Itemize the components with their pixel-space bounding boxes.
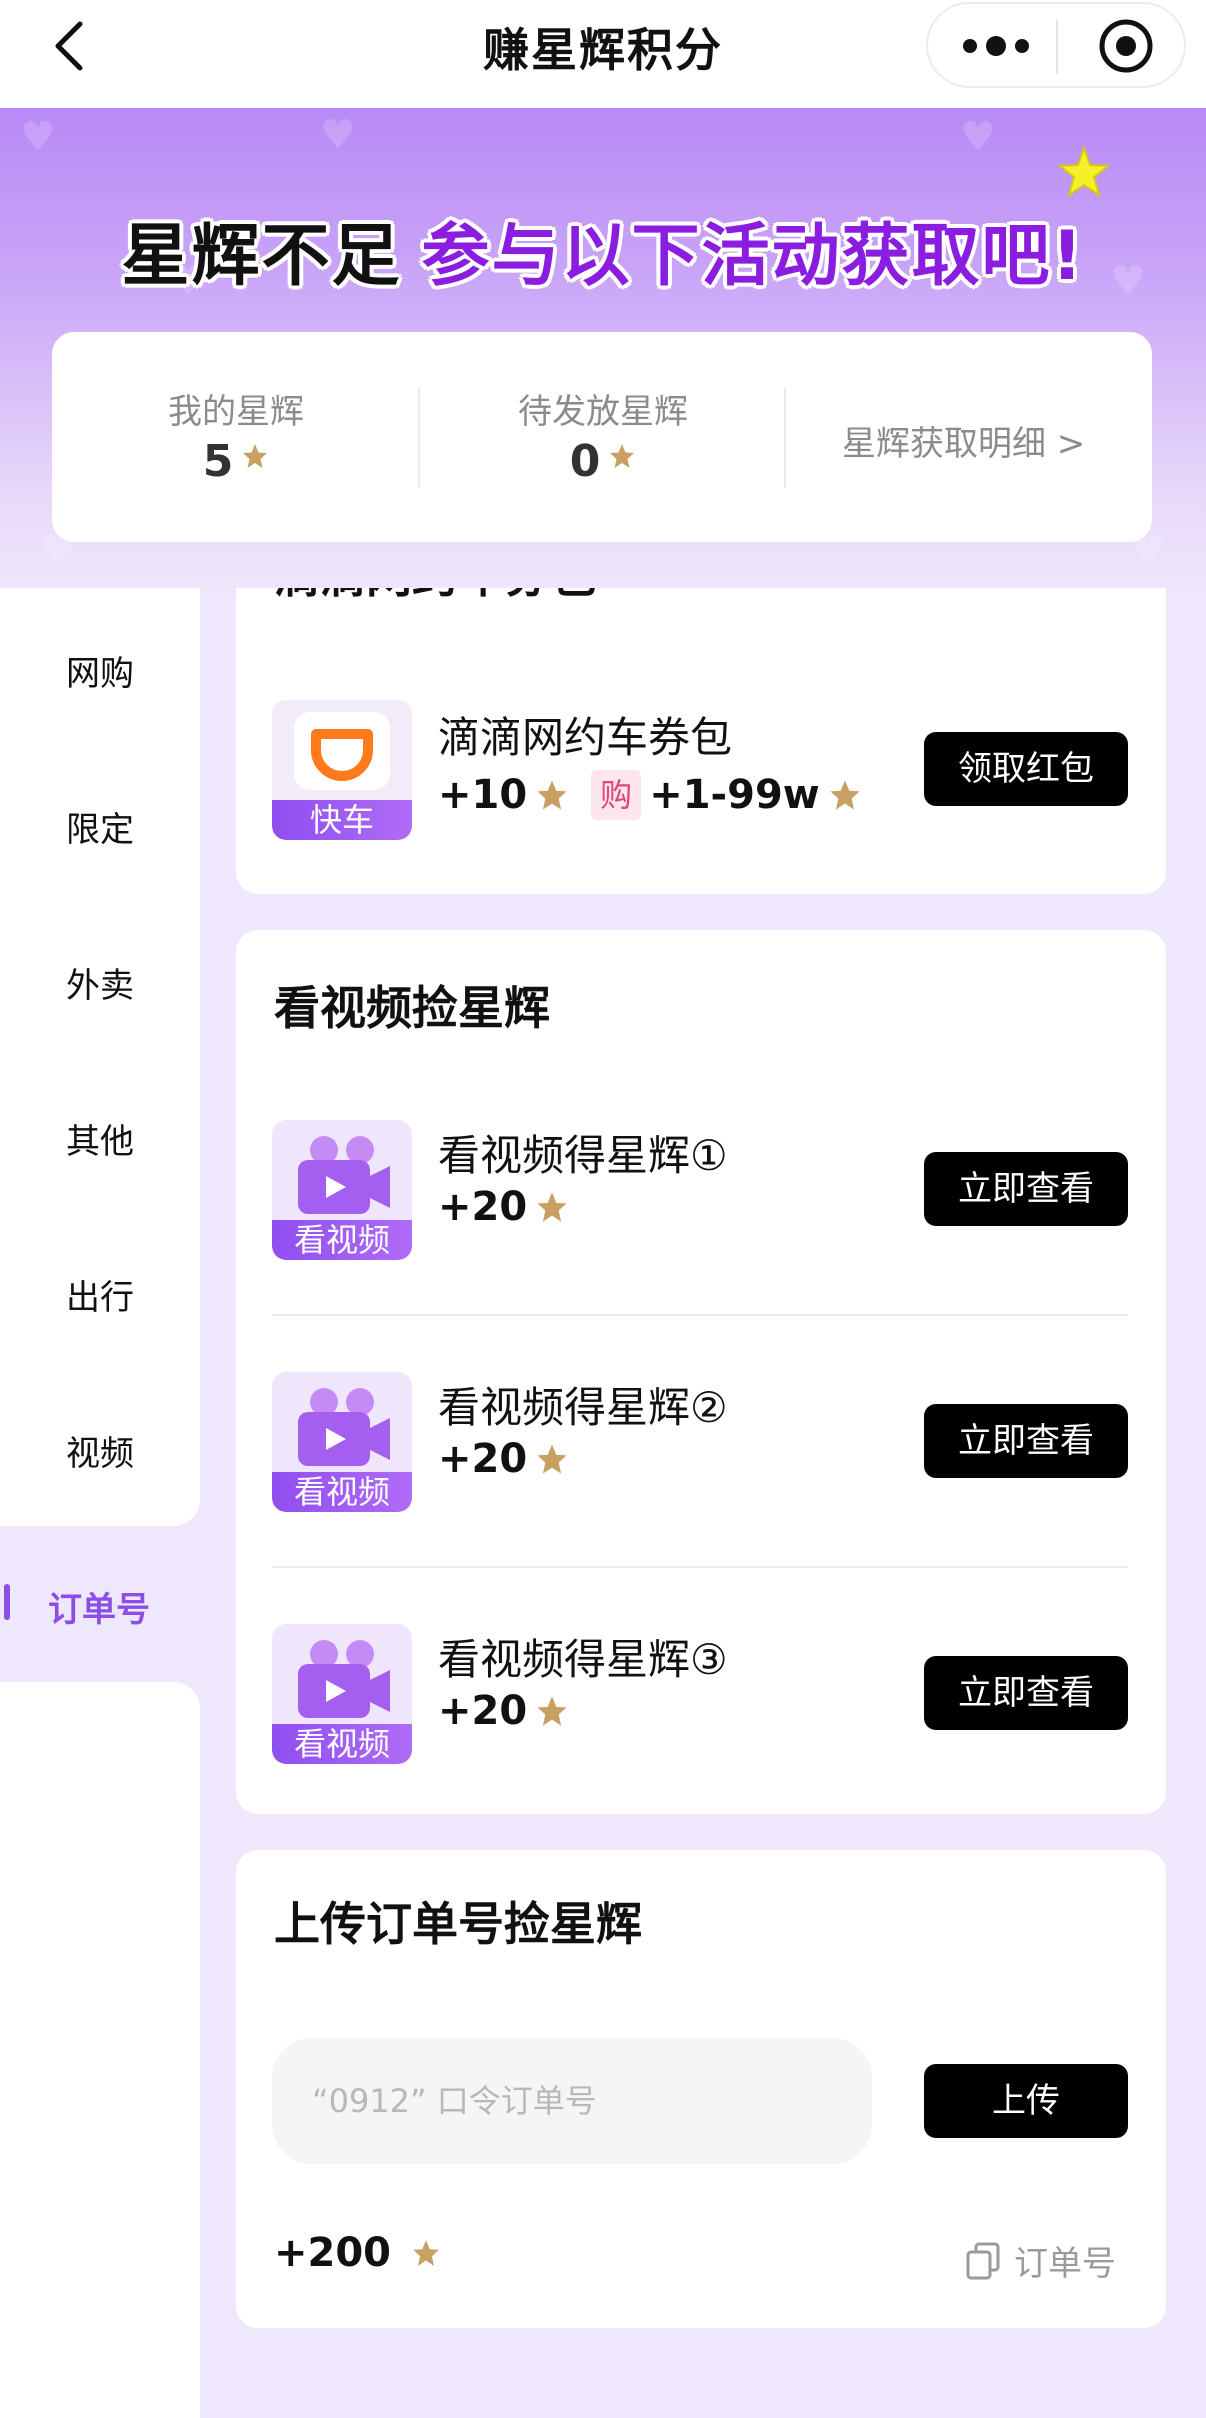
icon-tag: 快车 xyxy=(272,800,412,840)
sidebar-item-other[interactable]: 其他 xyxy=(0,1084,200,1184)
hero-headline: 星辉不足 参与以下活动获取吧! xyxy=(0,200,1206,299)
heart-decoration-icon: ♥ xyxy=(320,112,356,158)
nav-bar: 赚星辉积分 xyxy=(0,0,1206,108)
sidebar-item-takeout[interactable]: 外卖 xyxy=(0,928,200,1028)
star-icon xyxy=(537,1444,567,1474)
travel-card: 滴滴网约车券包 快车 滴滴网约车券包 +10 购 +1-99w 领取红包 xyxy=(236,588,1166,894)
divider xyxy=(272,1566,1128,1568)
card-title: 看视频捡星辉 xyxy=(274,981,550,1035)
video-camera-icon: 看视频 xyxy=(272,1372,412,1512)
order-number-input[interactable]: “0912” 口令订单号 xyxy=(272,2038,872,2164)
task-reward: +20 xyxy=(438,1184,569,1230)
buy-tag: 购 xyxy=(591,770,642,820)
claim-red-packet-button[interactable]: 领取红包 xyxy=(924,732,1128,806)
order-upload-card: 上传订单号捡星辉 “0912” 口令订单号 上传 +200 订单号 xyxy=(236,1850,1166,2328)
video-card: 看视频捡星辉 看视频 看视频得星辉① +20 立即查看 看视频 看视频得星辉② … xyxy=(236,930,1166,1814)
star-icon xyxy=(413,2240,439,2266)
card-title: 上传订单号捡星辉 xyxy=(274,1897,642,1951)
sidebar-item-order[interactable]: 订单号 xyxy=(0,1552,200,1652)
star-decoration-icon xyxy=(1057,144,1111,198)
stats-card: 我的星辉 5 待发放星辉 0 星辉获取明细 > xyxy=(52,332,1152,542)
headline-part1: 星辉不足 xyxy=(121,217,402,296)
view-now-button[interactable]: 立即查看 xyxy=(924,1404,1128,1478)
icon-tag: 看视频 xyxy=(272,1220,412,1260)
order-bonus: +200 xyxy=(274,2230,441,2276)
category-sidebar-bottom xyxy=(0,1682,200,2418)
sidebar-item-limited[interactable]: 限定 xyxy=(0,772,200,872)
more-icon[interactable] xyxy=(958,28,1034,64)
card-title: 滴滴网约车券包 xyxy=(274,588,596,606)
star-icon xyxy=(610,444,635,468)
star-icon xyxy=(243,444,268,468)
task-name: 看视频得星辉① xyxy=(438,1131,728,1180)
headline-part2: 参与以下活动获取吧! xyxy=(421,217,1085,296)
task-reward: +20 xyxy=(438,1436,569,1482)
star-icon xyxy=(537,1192,567,1222)
content-scroll-area[interactable]: 滴滴网约车券包 快车 滴滴网约车券包 +10 购 +1-99w 领取红包 看视频… xyxy=(236,588,1166,2418)
close-target-icon[interactable] xyxy=(1096,16,1156,76)
video-camera-icon: 看视频 xyxy=(272,1120,412,1260)
divider xyxy=(272,1314,1128,1316)
copy-icon xyxy=(966,2242,1000,2279)
heart-decoration-icon: ♥ xyxy=(960,114,996,160)
sidebar-item-video[interactable]: 视频 xyxy=(0,1396,200,1496)
didi-app-icon: 快车 xyxy=(272,700,412,840)
star-icon xyxy=(537,1696,567,1726)
stats-divider xyxy=(784,388,786,488)
task-name: 看视频得星辉③ xyxy=(438,1635,728,1684)
my-stars-stat: 我的星辉 5 xyxy=(52,332,420,542)
icon-tag: 看视频 xyxy=(272,1472,412,1512)
star-detail-link[interactable]: 星辉获取明细 > xyxy=(842,416,1085,465)
pending-stars-value: 0 xyxy=(420,436,786,487)
task-reward: +20 xyxy=(438,1688,569,1734)
task-name: 看视频得星辉② xyxy=(438,1383,728,1432)
video-camera-icon: 看视频 xyxy=(272,1624,412,1764)
pending-stars-label: 待发放星辉 xyxy=(518,392,688,432)
star-icon xyxy=(830,780,860,810)
pending-stars-stat: 待发放星辉 0 xyxy=(420,332,786,542)
star-icon xyxy=(537,780,567,810)
task-reward: +10 购 +1-99w xyxy=(438,770,862,820)
my-stars-value: 5 xyxy=(52,436,420,487)
view-now-button[interactable]: 立即查看 xyxy=(924,1656,1128,1730)
heart-decoration-icon: ♥ xyxy=(20,114,56,160)
task-name: 滴滴网约车券包 xyxy=(438,713,733,762)
upload-button[interactable]: 上传 xyxy=(924,2064,1128,2138)
sidebar-item-travel[interactable]: 出行 xyxy=(0,1240,200,1340)
my-stars-label: 我的星辉 xyxy=(168,392,304,432)
buy-reward: +1-99w xyxy=(649,772,820,818)
category-sidebar xyxy=(0,588,200,1526)
sidebar-item-shopping[interactable]: 网购 xyxy=(0,616,200,716)
mini-program-capsule xyxy=(926,2,1186,88)
order-number-link[interactable]: 订单号 xyxy=(966,2236,1116,2285)
icon-tag: 看视频 xyxy=(272,1724,412,1764)
view-now-button[interactable]: 立即查看 xyxy=(924,1152,1128,1226)
active-indicator xyxy=(4,1584,10,1620)
capsule-divider xyxy=(1056,20,1058,74)
